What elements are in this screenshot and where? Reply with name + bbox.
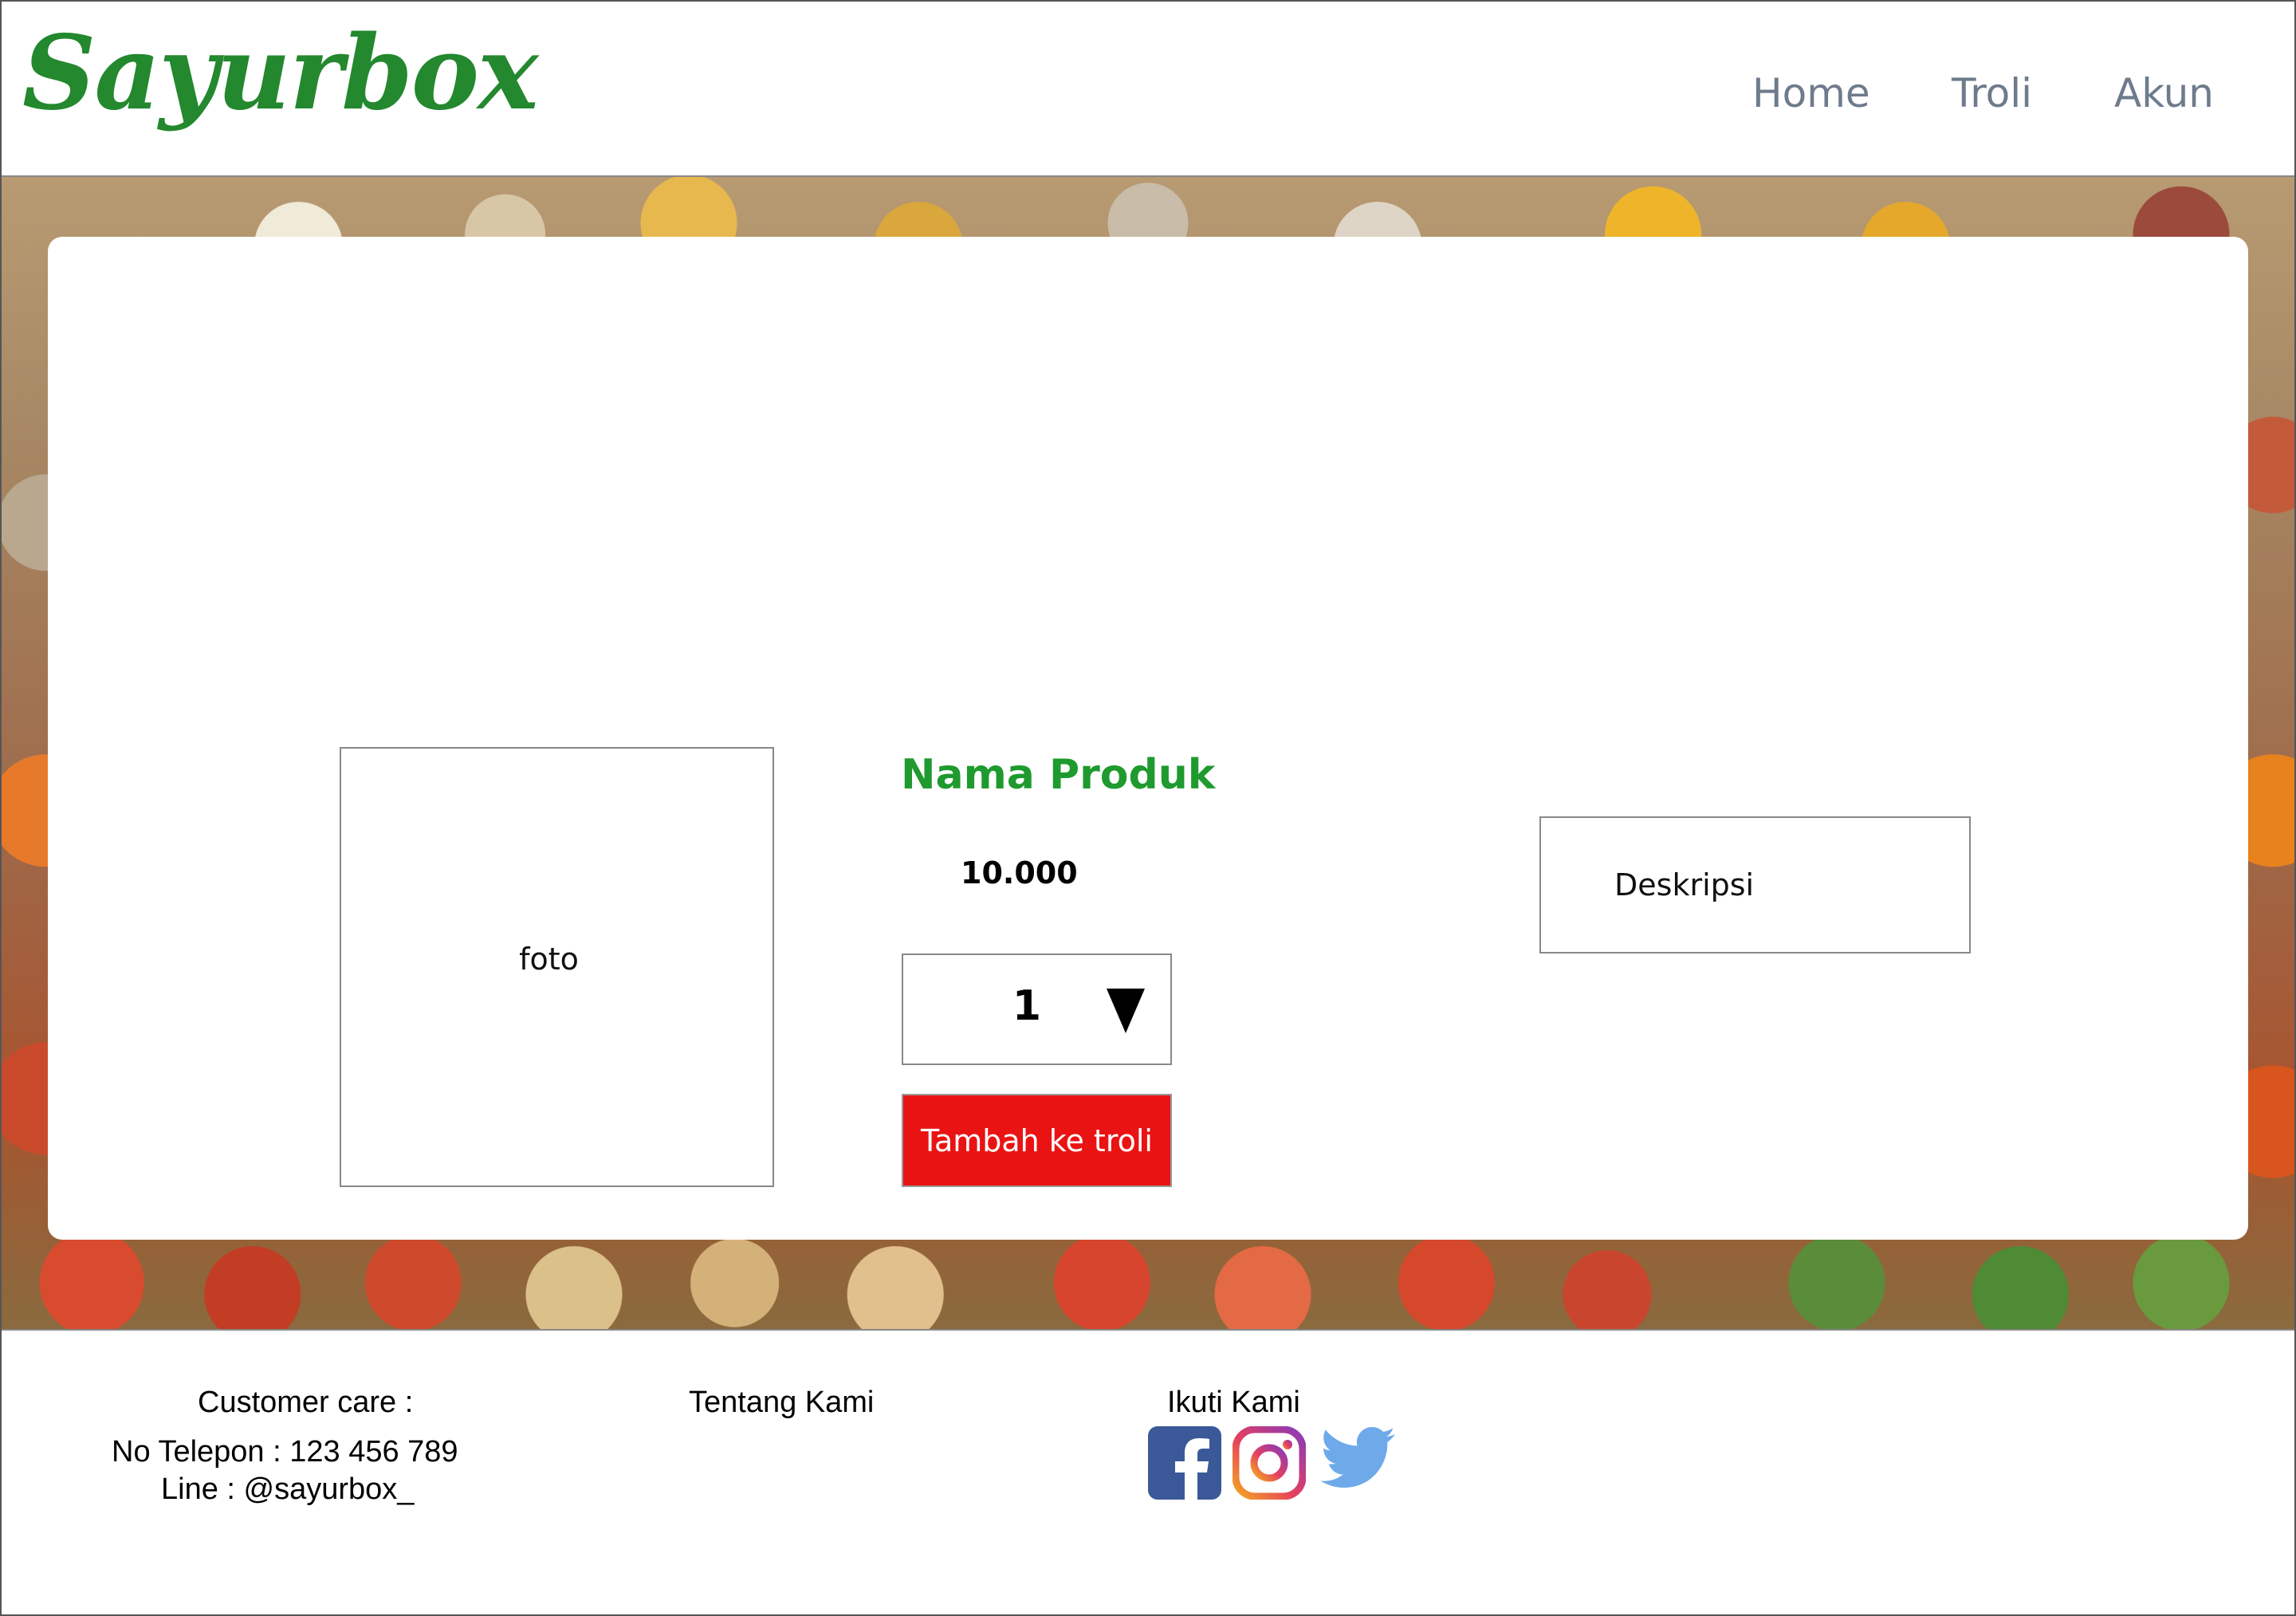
header: Sayurbox Home Troli Akun — [0, 0, 2296, 177]
line-id: Line : @sayurbox_ — [161, 1472, 415, 1506]
nav-home[interactable]: Home — [1752, 70, 1870, 116]
description-label: Deskripsi — [1614, 867, 1755, 902]
facebook-icon[interactable] — [1148, 1426, 1221, 1500]
twitter-icon[interactable] — [1317, 1425, 1397, 1496]
quantity-value: 1 — [1012, 982, 1042, 1030]
phone-number: No Telepon : 123 456 789 — [112, 1435, 458, 1469]
nav-troli[interactable]: Troli — [1952, 70, 2032, 116]
product-price: 10.000 — [961, 855, 1078, 891]
add-to-cart-button[interactable]: Tambah ke troli — [902, 1094, 1172, 1187]
quantity-select[interactable]: 1 — [902, 953, 1172, 1065]
description-box: Deskripsi — [1539, 816, 1971, 953]
instagram-icon[interactable] — [1233, 1426, 1306, 1500]
product-photo-label: foto — [519, 942, 579, 977]
product-photo: foto — [340, 747, 774, 1187]
product-card: foto Nama Produk 10.000 1 Tambah ke trol… — [48, 237, 2248, 1240]
dropdown-arrow-icon[interactable] — [1107, 989, 1145, 1033]
nav-akun[interactable]: Akun — [2114, 70, 2214, 116]
about-link[interactable]: Tentang Kami — [689, 1386, 874, 1420]
logo[interactable]: Sayurbox — [22, 22, 538, 124]
follow-us-title: Ikuti Kami — [1167, 1386, 1300, 1419]
product-name: Nama Produk — [901, 751, 1216, 799]
customer-care-title: Customer care : — [198, 1386, 414, 1419]
